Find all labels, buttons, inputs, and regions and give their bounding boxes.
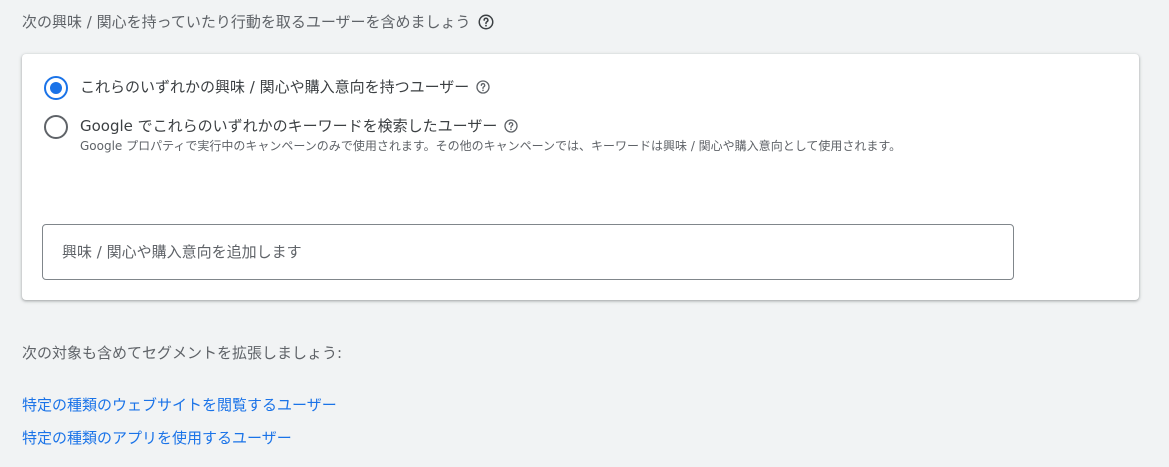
help-circle-icon[interactable] xyxy=(477,13,495,31)
section-heading: 次の興味 / 関心を持っていたり行動を取るユーザーを含めましょう xyxy=(22,11,495,32)
option-keywords-label: Google でこれらのいずれかのキーワードを検索したユーザー xyxy=(80,117,498,135)
radio-interests[interactable] xyxy=(44,76,68,100)
help-circle-icon[interactable] xyxy=(475,79,491,95)
section-heading-label: 次の興味 / 関心を持っていたり行動を取るユーザーを含めましょう xyxy=(22,13,471,31)
option-interests-title: これらのいずれかの興味 / 関心や購入意向を持つユーザー xyxy=(80,77,491,97)
browse-websites-link[interactable]: 特定の種類のウェブサイトを閲覧するユーザー xyxy=(22,394,337,415)
segment-page: 次の興味 / 関心を持っていたり行動を取るユーザーを含めましょう これらのいずれ… xyxy=(0,0,1169,467)
extend-segment-heading: 次の対象も含めてセグメントを拡張しましょう: xyxy=(22,344,343,362)
option-interests[interactable]: これらのいずれかの興味 / 関心や購入意向を持つユーザー xyxy=(44,76,491,100)
option-keywords[interactable]: Google でこれらのいずれかのキーワードを検索したユーザー Google プ… xyxy=(44,115,1010,155)
radio-keywords[interactable] xyxy=(44,115,68,139)
option-keywords-title: Google でこれらのいずれかのキーワードを検索したユーザー xyxy=(80,116,1010,136)
help-circle-icon[interactable] xyxy=(503,118,519,134)
option-keywords-body: Google でこれらのいずれかのキーワードを検索したユーザー Google プ… xyxy=(80,115,1010,155)
interest-search-input[interactable] xyxy=(42,224,1014,280)
use-apps-link[interactable]: 特定の種類のアプリを使用するユーザー xyxy=(22,427,292,448)
option-interests-body: これらのいずれかの興味 / 関心や購入意向を持つユーザー xyxy=(80,76,491,97)
option-keywords-description: Google プロパティで実行中のキャンペーンのみで使用されます。その他のキャン… xyxy=(80,139,902,153)
option-interests-label: これらのいずれかの興味 / 関心や購入意向を持つユーザー xyxy=(80,78,470,96)
audience-options-card: これらのいずれかの興味 / 関心や購入意向を持つユーザー Google でこれら… xyxy=(22,54,1139,300)
